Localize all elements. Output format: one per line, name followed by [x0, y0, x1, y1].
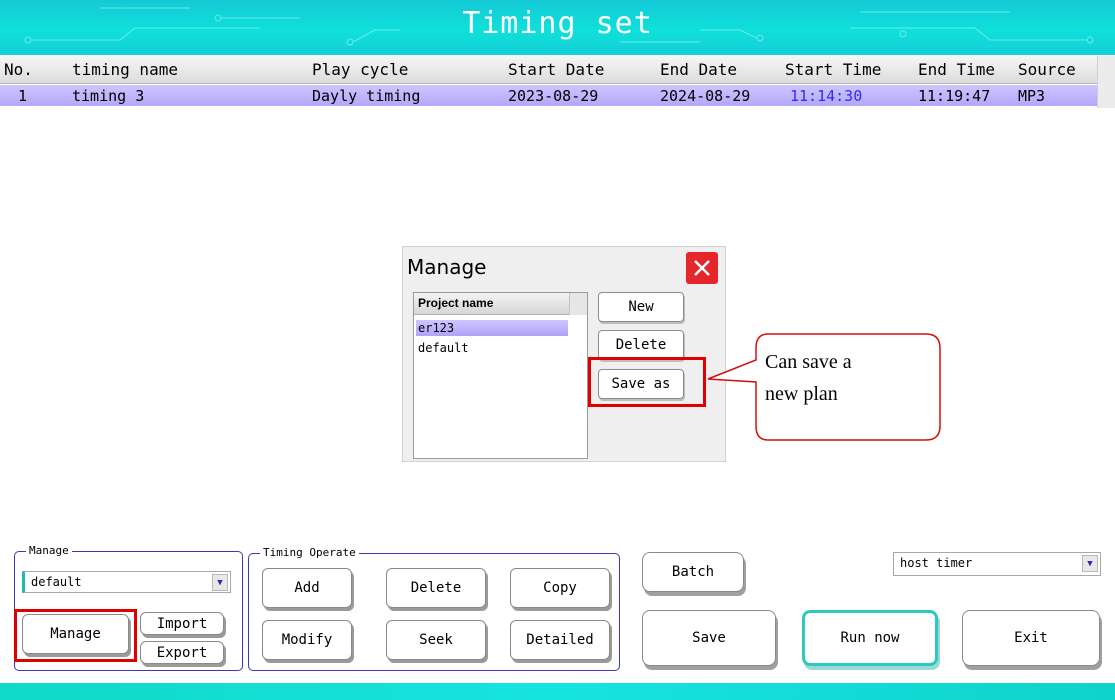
project-list-header: Project name [414, 293, 569, 315]
column-header-end-time[interactable]: End Time [918, 60, 995, 79]
project-item-er123[interactable]: er123 [416, 320, 568, 336]
batch-button[interactable]: Batch [642, 552, 744, 592]
close-button[interactable] [686, 252, 718, 284]
table-row[interactable]: 1 timing 3 Dayly timing 2023-08-29 2024-… [0, 85, 1097, 106]
close-icon [694, 260, 710, 276]
add-button[interactable]: Add [262, 568, 352, 608]
chevron-down-icon[interactable]: ▼ [1082, 555, 1098, 572]
timer-select[interactable]: host timer ▼ [893, 552, 1101, 576]
cell-play-cycle: Dayly timing [312, 87, 421, 105]
window-title: Timing set [462, 6, 653, 41]
chevron-down-icon[interactable]: ▼ [212, 574, 228, 591]
cell-source: MP3 [1018, 87, 1046, 105]
delete-button[interactable]: Delete [386, 568, 486, 608]
seek-button[interactable]: Seek [386, 620, 486, 660]
column-header-start-date[interactable]: Start Date [508, 60, 604, 79]
manage-dialog: Manage Project name er123 default New De… [402, 246, 726, 462]
cell-start-date: 2023-08-29 [508, 87, 599, 105]
callout-line-1: Can save a [765, 351, 852, 373]
manage-group-label: Manage [26, 544, 72, 557]
column-header-start-time[interactable]: Start Time [785, 60, 881, 79]
callout-text: Can save a new plan [757, 334, 939, 442]
project-item-default[interactable]: default [416, 340, 568, 356]
column-header-play-cycle[interactable]: Play cycle [312, 60, 408, 79]
table-scrollbar[interactable] [1097, 56, 1115, 108]
column-header-end-date[interactable]: End Date [660, 60, 737, 79]
import-button[interactable]: Import [140, 612, 224, 635]
save-button[interactable]: Save [642, 610, 776, 666]
project-select[interactable]: default ▼ [22, 571, 231, 593]
project-select-value: default [31, 575, 82, 589]
column-header-source[interactable]: Source [1018, 60, 1076, 79]
timing-operate-label: Timing Operate [260, 546, 359, 559]
run-now-button[interactable]: Run now [802, 610, 938, 666]
cell-end-time: 11:19:47 [918, 87, 991, 105]
save-as-highlight [588, 357, 706, 407]
timer-select-value: host timer [900, 556, 973, 570]
footer-bar [0, 683, 1115, 700]
manage-button-highlight [14, 609, 137, 662]
cell-start-time: 11:14:30 [790, 87, 863, 105]
column-header-no[interactable]: No. [4, 60, 33, 79]
detailed-button[interactable]: Detailed [510, 620, 610, 660]
cell-end-date: 2024-08-29 [660, 87, 751, 105]
cell-timing-name: timing 3 [72, 87, 145, 105]
modify-button[interactable]: Modify [262, 620, 352, 660]
cell-no: 1 [18, 87, 28, 105]
timing-table-header: No. timing name Play cycle Start Date En… [0, 56, 1097, 84]
project-list[interactable]: Project name er123 default [413, 292, 588, 459]
dialog-title: Manage [407, 255, 487, 279]
new-button[interactable]: New [598, 292, 684, 322]
column-header-timing-name[interactable]: timing name [72, 60, 178, 79]
export-button[interactable]: Export [140, 641, 224, 664]
exit-button[interactable]: Exit [962, 610, 1100, 666]
title-bar: Timing set [0, 0, 1115, 55]
copy-button[interactable]: Copy [510, 568, 610, 608]
callout-line-2: new plan [765, 383, 838, 405]
delete-project-button[interactable]: Delete [598, 330, 684, 360]
project-list-scrollbar[interactable] [569, 293, 587, 315]
